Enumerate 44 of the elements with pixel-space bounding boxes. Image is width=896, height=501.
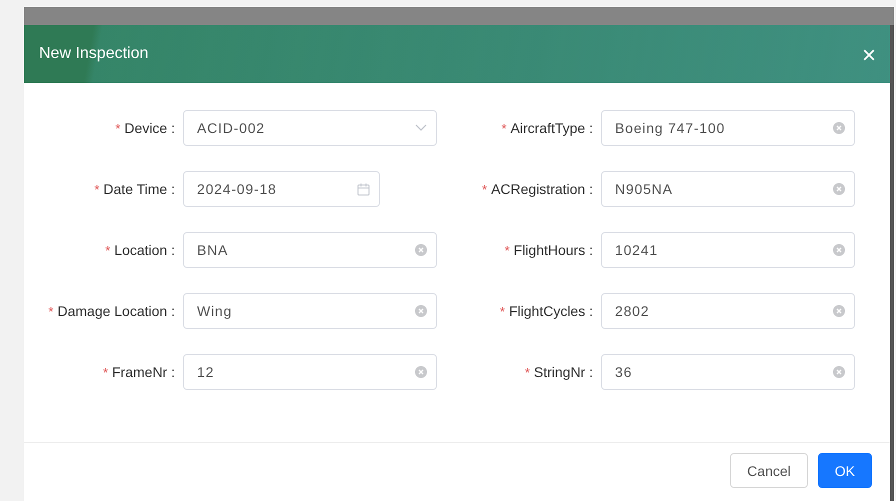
calendar-icon bbox=[357, 182, 370, 196]
required-mark: * bbox=[501, 120, 507, 136]
cancel-button[interactable]: Cancel bbox=[730, 453, 808, 488]
input-field[interactable]: Wing bbox=[183, 293, 437, 329]
field-label: ACRegistration : bbox=[491, 181, 593, 197]
input-field[interactable]: 12 bbox=[183, 354, 437, 390]
dialog-title: New Inspection bbox=[39, 45, 148, 63]
field-label: StringNr : bbox=[534, 364, 593, 380]
clear-icon[interactable] bbox=[415, 366, 427, 378]
required-mark: * bbox=[500, 304, 505, 318]
input-field[interactable]: BNA bbox=[183, 232, 437, 268]
clear-icon[interactable] bbox=[415, 305, 427, 317]
field-label: FrameNr : bbox=[112, 364, 175, 380]
clear-icon[interactable] bbox=[833, 122, 845, 134]
clear-icon[interactable] bbox=[833, 305, 845, 317]
field-label: AircraftType : bbox=[510, 120, 593, 136]
required-mark: * bbox=[115, 120, 120, 136]
field-label: Location : bbox=[114, 242, 175, 258]
date-field[interactable]: 2024-09-18 bbox=[183, 171, 380, 207]
required-mark: * bbox=[504, 242, 510, 258]
required-mark: * bbox=[482, 182, 488, 196]
chevron-down-icon bbox=[415, 124, 427, 132]
required-mark: * bbox=[524, 364, 530, 380]
select-field[interactable]: ACID-002 bbox=[183, 110, 437, 146]
close-button[interactable]: × bbox=[862, 44, 876, 68]
required-mark: * bbox=[102, 364, 108, 380]
input-field[interactable]: 36 bbox=[601, 354, 855, 390]
clear-icon[interactable] bbox=[833, 183, 845, 195]
clear-icon[interactable] bbox=[833, 366, 845, 378]
input-field[interactable]: N905NA bbox=[601, 171, 855, 207]
field-label: FlightCycles : bbox=[508, 303, 593, 319]
field-label: Date Time : bbox=[103, 181, 175, 197]
required-mark: * bbox=[105, 242, 110, 258]
clear-icon[interactable] bbox=[415, 244, 427, 256]
required-mark: * bbox=[48, 304, 54, 318]
clear-icon[interactable] bbox=[833, 244, 845, 256]
field-label: Damage Location : bbox=[57, 303, 175, 319]
input-field[interactable]: 10241 bbox=[601, 232, 855, 268]
ok-button[interactable]: OK bbox=[818, 453, 872, 488]
input-field[interactable]: Boeing 747-100 bbox=[601, 110, 855, 146]
required-mark: * bbox=[94, 182, 100, 196]
field-label: Device : bbox=[124, 120, 175, 136]
input-field[interactable]: 2802 bbox=[601, 293, 855, 329]
field-label: FlightHours : bbox=[514, 242, 593, 258]
